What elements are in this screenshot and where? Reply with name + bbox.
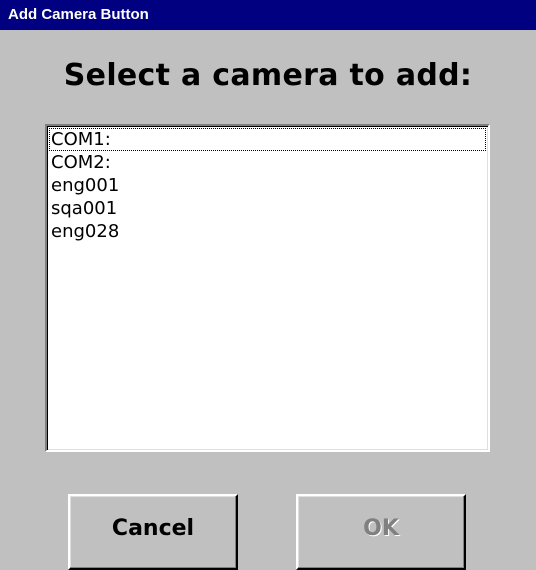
camera-listbox[interactable]: COM1: COM2: eng001 sqa001 eng028 [45,124,490,452]
list-item[interactable]: COM1: [49,128,486,151]
title-bar: Add Camera Button [0,0,536,30]
list-item[interactable]: eng001 [49,174,486,197]
list-item[interactable]: COM2: [49,151,486,174]
prompt-heading: Select a camera to add: [63,58,473,93]
window-title: Add Camera Button [8,6,149,23]
list-item[interactable]: eng028 [49,220,486,243]
ok-button[interactable]: OK [296,494,466,570]
list-item[interactable]: sqa001 [49,197,486,220]
cancel-button[interactable]: Cancel [68,494,238,570]
